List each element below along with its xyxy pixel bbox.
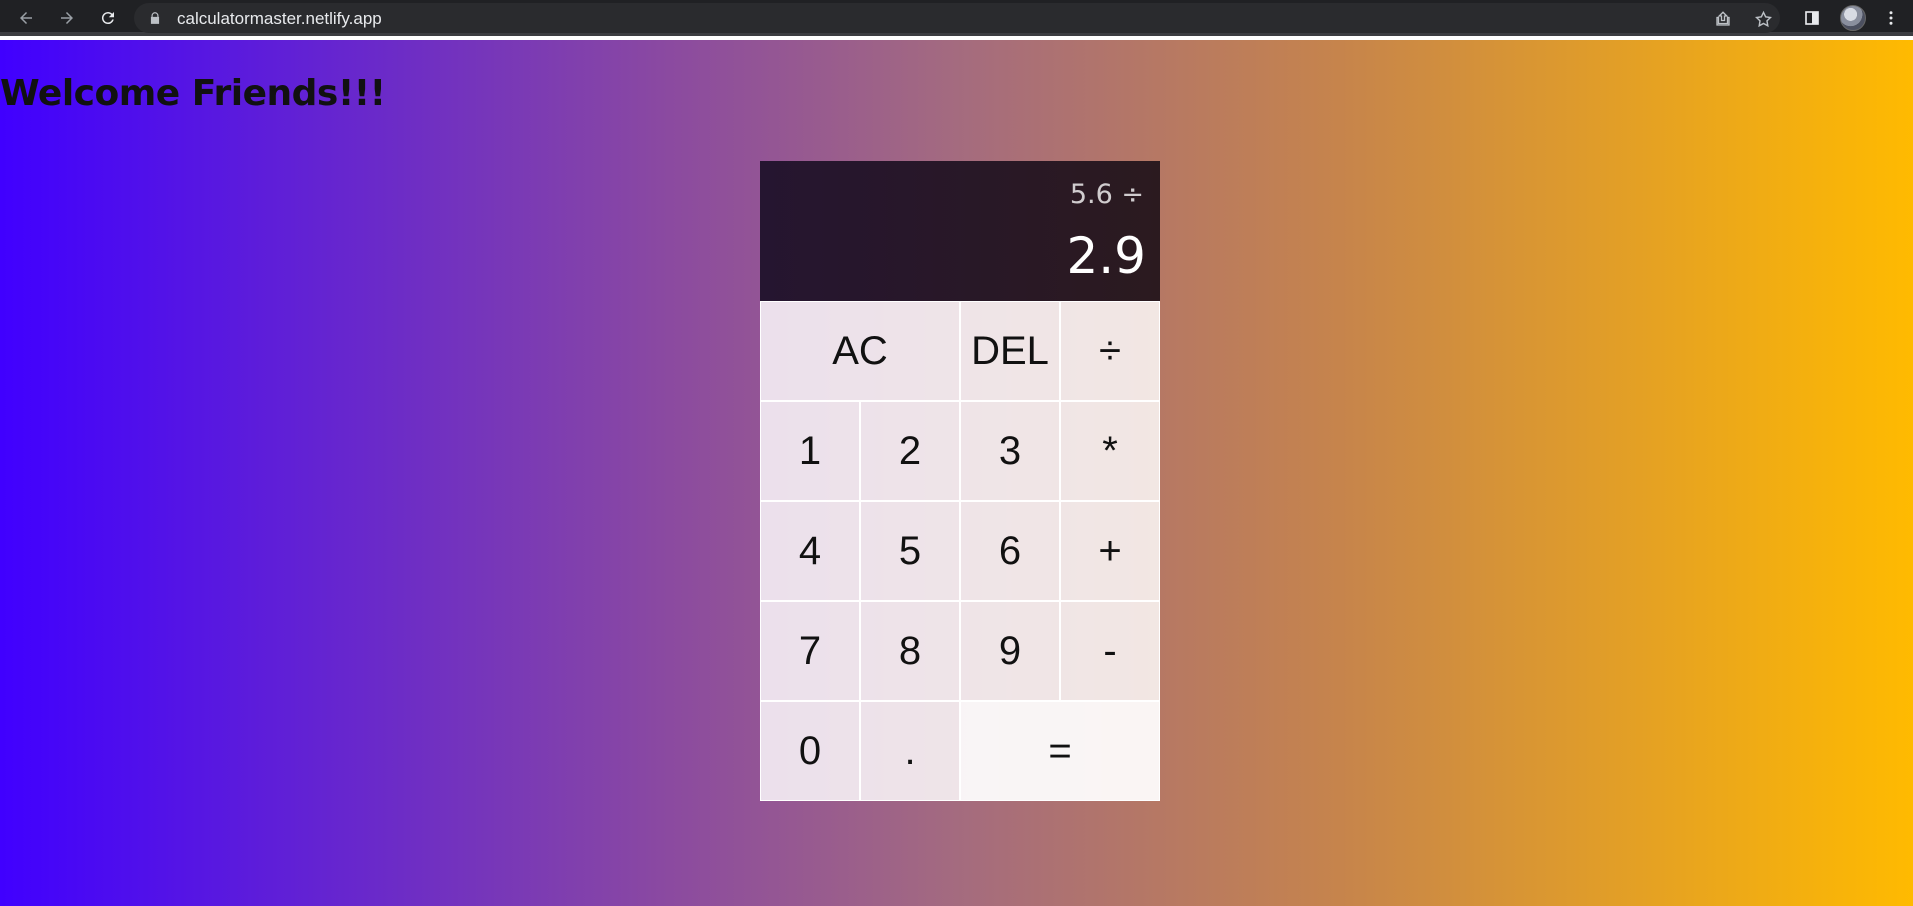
- kebab-menu-icon[interactable]: [1877, 4, 1905, 32]
- delete-button[interactable]: DEL: [960, 301, 1060, 401]
- digit-0-button[interactable]: 0: [760, 701, 860, 801]
- page-background: Welcome Friends!!! 5.6 ÷ 2.9 AC DEL ÷ 1 2 3 * 4…: [0, 40, 1913, 906]
- share-icon[interactable]: [1712, 8, 1734, 30]
- multiply-button[interactable]: *: [1060, 401, 1160, 501]
- reload-icon[interactable]: [94, 4, 122, 32]
- digit-4-button[interactable]: 4: [760, 501, 860, 601]
- digit-1-button[interactable]: 1: [760, 401, 860, 501]
- page-title: Welcome Friends!!!: [0, 73, 386, 114]
- equals-button[interactable]: =: [960, 701, 1160, 801]
- star-icon[interactable]: [1752, 8, 1774, 30]
- decimal-button[interactable]: .: [860, 701, 960, 801]
- previous-operand: 5.6 ÷: [1069, 179, 1144, 210]
- calculator: 5.6 ÷ 2.9 AC DEL ÷ 1 2 3 * 4 5 6 +7 8 9- 0. =: [760, 161, 1160, 802]
- digit-9-button[interactable]: 9: [960, 601, 1060, 701]
- address-bar[interactable]: calculatormaster.netlify.app: [134, 3, 1780, 33]
- digit-6-button[interactable]: 6: [960, 501, 1060, 601]
- add-button[interactable]: +: [1060, 501, 1160, 601]
- current-operand: 2.9: [1066, 227, 1146, 285]
- digit-7-button[interactable]: 7: [760, 601, 860, 701]
- calculator-keypad: AC DEL ÷ 1 2 3 * 4 5 6 +7 8 9- 0. =: [760, 301, 1160, 802]
- divide-button[interactable]: ÷: [1060, 301, 1160, 401]
- digit-8-button[interactable]: 8: [860, 601, 960, 701]
- url-text[interactable]: calculatormaster.netlify.app: [177, 9, 382, 29]
- lock-icon[interactable]: [148, 11, 162, 25]
- side-panel-icon[interactable]: [1798, 4, 1826, 32]
- calculator-display: 5.6 ÷ 2.9: [760, 161, 1160, 301]
- back-arrow-icon[interactable]: [12, 4, 40, 32]
- browser-toolbar: calculatormaster.netlify.app: [0, 0, 1913, 36]
- forward-arrow-icon[interactable]: [53, 4, 81, 32]
- digit-3-button[interactable]: 3: [960, 401, 1060, 501]
- subtract-button[interactable]: -: [1060, 601, 1160, 701]
- all-clear-button[interactable]: AC: [760, 301, 960, 401]
- digit-5-button[interactable]: 5: [860, 501, 960, 601]
- digit-2-button[interactable]: 2: [860, 401, 960, 501]
- profile-avatar[interactable]: [1840, 5, 1866, 31]
